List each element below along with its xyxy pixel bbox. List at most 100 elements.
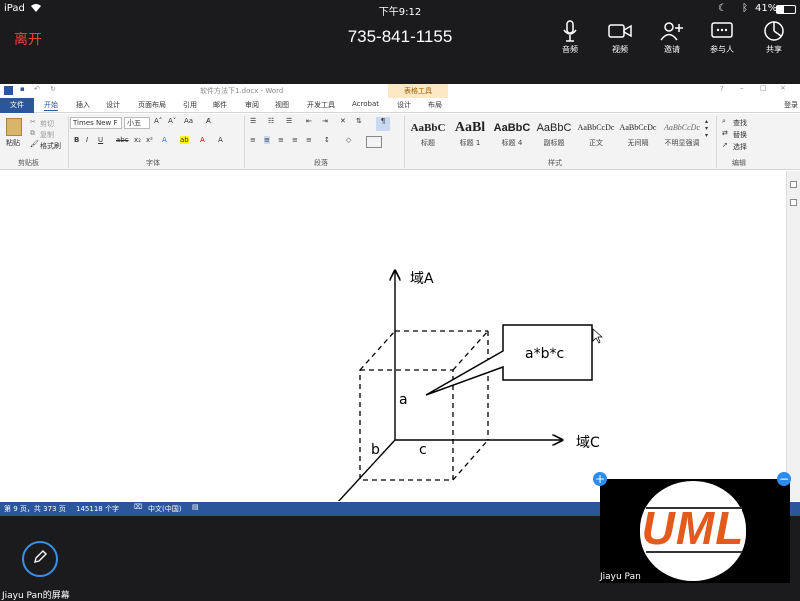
font-size-select[interactable]: 小五 <box>124 117 150 129</box>
share-button[interactable]: 共享 <box>754 18 794 58</box>
align-center-icon[interactable]: ≡ <box>264 136 270 144</box>
paragraph-group-label: 段落 <box>314 159 328 167</box>
tab-insert[interactable]: 插入 <box>76 100 90 110</box>
save-icon[interactable]: ▪ <box>20 85 25 93</box>
multilevel-list-icon[interactable]: ☰ <box>286 117 292 125</box>
grow-font-icon[interactable]: A˄ <box>154 117 162 125</box>
bullets-icon[interactable]: ☰ <box>250 117 256 125</box>
align-right-icon[interactable]: ≡ <box>278 136 284 144</box>
style-heading-1[interactable]: AaBl 标题 1 <box>450 118 490 152</box>
tab-review[interactable]: 审阅 <box>245 100 259 110</box>
show-marks-icon[interactable]: ¶ <box>376 117 390 131</box>
replace-icon[interactable]: ⇄ <box>722 129 728 137</box>
highlight-icon[interactable]: ab <box>180 136 189 144</box>
tab-file[interactable]: 文件 <box>0 98 34 113</box>
paste-button[interactable]: 粘贴 <box>6 138 20 148</box>
collapse-video-button[interactable]: − <box>777 472 791 486</box>
clear-format-icon[interactable]: A̸ <box>206 117 211 125</box>
find-icon[interactable]: ⌕ <box>722 117 726 126</box>
style-normal[interactable]: AaBbCcDc 正文 <box>576 118 616 152</box>
subscript-icon[interactable]: x₂ <box>134 136 141 144</box>
annotate-button[interactable] <box>22 541 58 577</box>
tab-developer[interactable]: 开发工具 <box>307 100 335 110</box>
copy-button[interactable]: 复制 <box>40 130 54 140</box>
help-icon[interactable]: ? <box>720 85 724 93</box>
video-label: 视频 <box>612 45 628 54</box>
decrease-indent-icon[interactable]: ⇤ <box>306 117 312 125</box>
style-subtitle[interactable]: AaBbC 副标题 <box>534 118 574 152</box>
login-link[interactable]: 登录 <box>784 100 798 110</box>
style-subtle-emphasis[interactable]: AaBbCcDc 不明显强调 <box>662 118 702 152</box>
redo-icon[interactable]: ↻ <box>50 85 56 93</box>
numbering-icon[interactable]: ☷ <box>268 117 274 125</box>
style-no-spacing[interactable]: AaBbCcDc 无间隔 <box>618 118 658 152</box>
undo-icon[interactable]: ↶ <box>34 85 40 93</box>
battery-icon <box>776 5 796 14</box>
tab-page-layout[interactable]: 页面布局 <box>138 100 166 110</box>
char-border-icon[interactable]: A <box>218 136 223 144</box>
superscript-icon[interactable]: x² <box>146 136 153 144</box>
styles-scroll-icon[interactable]: ▴ ▾ ▾ <box>705 118 708 139</box>
style-title[interactable]: AaBbC 标题 <box>408 118 448 152</box>
shrink-font-icon[interactable]: A˅ <box>168 117 176 125</box>
increase-indent-icon[interactable]: ⇥ <box>322 117 328 125</box>
bold-icon[interactable]: B <box>74 136 79 144</box>
replace-button[interactable]: 替换 <box>733 130 747 140</box>
tab-references[interactable]: 引用 <box>183 100 197 110</box>
share-icon <box>754 18 794 44</box>
tab-view[interactable]: 视图 <box>275 100 289 110</box>
scissors-icon[interactable]: ✂ <box>30 118 36 126</box>
participants-button[interactable]: 参与人 <box>702 18 742 58</box>
borders-icon[interactable] <box>366 136 382 148</box>
pencil-icon <box>32 549 48 569</box>
audio-button[interactable]: 音频 <box>550 18 590 58</box>
tab-home[interactable]: 开始 <box>44 100 58 111</box>
video-button[interactable]: 视频 <box>600 18 640 58</box>
language-indicator[interactable]: 中文(中国) <box>148 504 181 514</box>
tab-table-design[interactable]: 设计 <box>397 100 411 110</box>
battery-percent: 41% <box>755 3 778 14</box>
shading-icon[interactable]: ◇ <box>346 136 351 144</box>
strikethrough-icon[interactable]: abc <box>116 136 129 144</box>
italic-icon[interactable]: I <box>86 136 88 144</box>
invite-button[interactable]: 邀请 <box>652 18 692 58</box>
ios-time: 下午9:12 <box>378 7 422 18</box>
tab-acrobat[interactable]: Acrobat <box>352 100 379 108</box>
select-button[interactable]: 选择 <box>733 142 747 152</box>
text-effects-icon[interactable]: A <box>162 136 167 144</box>
minimize-icon[interactable]: – <box>740 84 744 92</box>
macro-icon[interactable]: ▤ <box>192 503 199 511</box>
tab-table-layout[interactable]: 布局 <box>428 100 442 110</box>
page-count[interactable]: 第 9 页，共 373 页 <box>4 504 66 514</box>
tab-mailings[interactable]: 邮件 <box>213 100 227 110</box>
font-name-select[interactable]: Times New F <box>70 117 122 129</box>
styles-group-label: 样式 <box>548 159 562 167</box>
tab-design[interactable]: 设计 <box>106 100 120 110</box>
line-spacing-icon[interactable]: ↕ <box>324 136 330 144</box>
dimension-diagram: 域A 域C 域B a b c a*b*c <box>337 171 603 501</box>
vertical-scrollbar[interactable] <box>786 171 800 501</box>
justify-icon[interactable]: ≡ <box>292 136 298 144</box>
underline-icon[interactable]: U <box>98 136 103 144</box>
proofing-icon[interactable]: ⌧ <box>134 503 142 511</box>
format-painter-icon[interactable]: 🖌 <box>30 140 39 148</box>
distributed-icon[interactable]: ≡ <box>306 136 312 144</box>
style-heading-4[interactable]: AaBbC 标题 4 <box>492 118 532 152</box>
find-button[interactable]: 查找 <box>733 118 747 128</box>
change-case-icon[interactable]: Aa <box>184 117 193 125</box>
expand-video-button[interactable]: + <box>593 472 607 486</box>
format-painter-button[interactable]: 格式刷 <box>40 141 61 151</box>
paste-icon[interactable] <box>6 118 22 136</box>
document-page[interactable]: 域A 域C 域B a b c a*b*c <box>0 171 800 501</box>
restore-icon[interactable]: □ <box>760 84 767 92</box>
copy-icon[interactable]: ⧉ <box>30 129 35 138</box>
word-count[interactable]: 145118 个字 <box>76 504 119 514</box>
sort-icon[interactable]: ⇅ <box>356 117 362 125</box>
chinese-layout-icon[interactable]: ✕ <box>340 117 346 125</box>
font-color-icon[interactable]: A <box>200 136 205 144</box>
select-icon[interactable]: ➚ <box>722 141 728 149</box>
cut-button[interactable]: 剪切 <box>40 119 54 129</box>
video-thumbnail[interactable]: UML <box>600 479 790 583</box>
close-icon[interactable]: × <box>780 84 786 92</box>
align-left-icon[interactable]: ≡ <box>250 136 256 144</box>
